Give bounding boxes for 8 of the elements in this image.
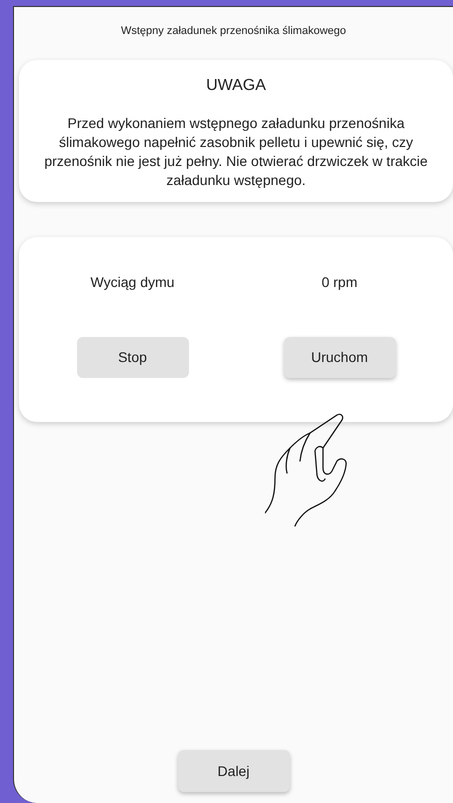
speed-reading: 0 rpm bbox=[322, 272, 358, 292]
device-label: Wyciąg dymu bbox=[90, 272, 174, 292]
screen-title: Wstępny załadunek przenośnika ślimakowego bbox=[120, 24, 347, 39]
warning-text: Przed wykonaniem wstępnego załadunku przenośnika ślimakowego napełnić zasobnik pelletu i upewnić się, czy przenośnik nie jest już pełny. Nie otwierać drzwiczek w trakcie załadunku wstępnego. bbox=[43, 114, 429, 190]
warning-heading: UWAGA bbox=[206, 76, 266, 96]
start-button[interactable]: Uruchom bbox=[284, 336, 396, 378]
next-button[interactable]: Dalej bbox=[178, 750, 290, 792]
stop-button[interactable]: Stop bbox=[76, 336, 188, 378]
